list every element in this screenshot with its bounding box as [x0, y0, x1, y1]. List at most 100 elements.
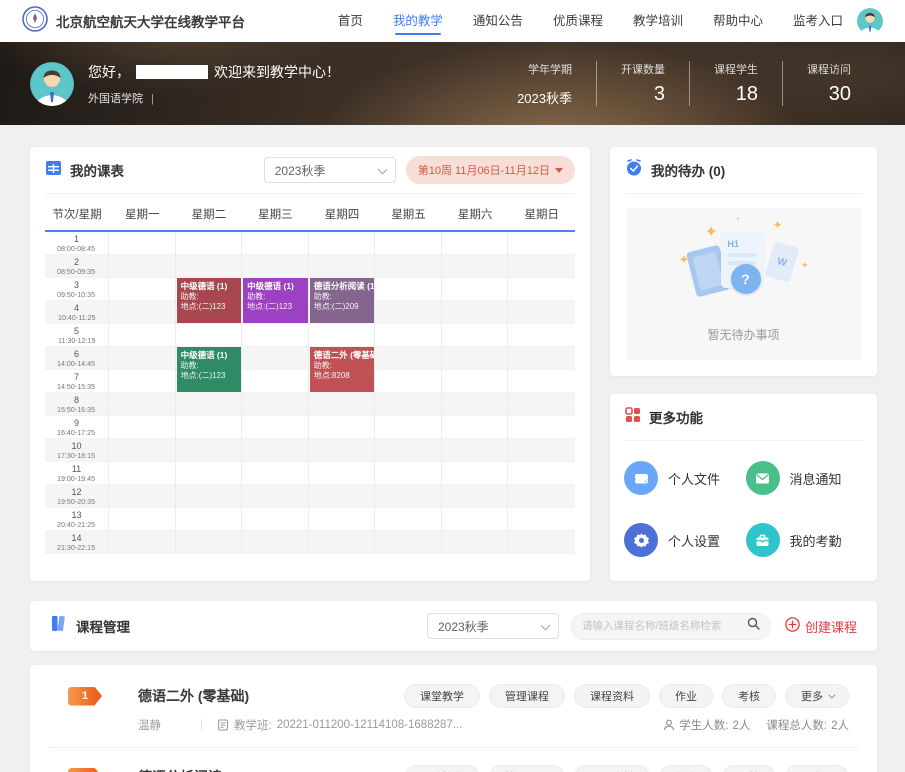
timetable-day-cell [309, 416, 376, 439]
total-count: 课程总人数: 2人 [766, 717, 849, 733]
more-function-消息通知[interactable]: 消息通知 [746, 461, 868, 495]
term-select[interactable]: 2023秋季 [264, 157, 396, 183]
class-block[interactable]: 中级德语 (1) 助教: 地点:(二)123 [177, 278, 242, 323]
nav-item-优质课程[interactable]: 优质课程 [553, 0, 603, 42]
timetable-day-cell [508, 416, 575, 439]
nav-item-帮助中心[interactable]: 帮助中心 [713, 0, 763, 42]
action-button-作业[interactable]: 作业 [659, 765, 713, 772]
banner-stat: 课程学生 18 [689, 61, 782, 106]
timetable-day-cell [442, 232, 509, 255]
timetable-day-cell [176, 485, 243, 508]
stat-value: 2023秋季 [517, 83, 572, 107]
nav-item-通知公告[interactable]: 通知公告 [473, 0, 523, 42]
course-management-header: 课程管理 2023秋季 创建课程 [30, 601, 877, 651]
search-icon[interactable] [747, 617, 760, 635]
action-button-管理课程[interactable]: 管理课程 [489, 684, 565, 708]
todo-clock-icon [625, 159, 643, 182]
course-search-input[interactable] [582, 620, 747, 632]
nav-links: 首页我的教学通知公告优质课程教学培训帮助中心监考入口 [338, 0, 843, 42]
timetable-day-cell [242, 508, 309, 531]
divider: | [200, 719, 203, 731]
more-function-label: 我的考勤 [790, 531, 842, 550]
timetable-day-cell [309, 462, 376, 485]
class-block[interactable]: 中级德语 (1) 助教: 地点:(二)123 [177, 347, 242, 392]
timetable-row: 208:50-09:35 [45, 255, 575, 278]
person-icon [663, 719, 675, 731]
class-location: 地点:(二)123 [181, 371, 238, 381]
class-location: 地点:(二)123 [181, 302, 238, 312]
timetable-day-cell [375, 370, 442, 393]
divider: | [151, 93, 154, 105]
period-cell: 714:50-15:35 [45, 370, 109, 393]
timetable-day-cell [242, 531, 309, 554]
timetable-card: 我的课表 2023秋季 第10周 11月06日-11月12日 节次/星期星期一星… [30, 147, 590, 581]
action-button-课程资料[interactable]: 课程资料 [574, 684, 650, 708]
more-function-label: 消息通知 [790, 469, 842, 488]
timetable-row: 108:00-08:45 [45, 232, 575, 255]
timetable-body: 108:00-08:45208:50-09:35309:50-10:35410:… [45, 232, 575, 554]
week-selector[interactable]: 第10周 11月06日-11月12日 [406, 156, 575, 184]
course-actions: 课堂教学 管理课程 课程资料 作业 考核 更多 [404, 765, 849, 772]
timetable-day-cell [508, 324, 575, 347]
action-button-课程资料[interactable]: 课程资料 [574, 765, 650, 772]
timetable-day-cell [375, 462, 442, 485]
class-block[interactable]: 德语分析阅读 (1) 助教: 地点:(二)209 [310, 278, 375, 323]
timetable-column-headers: 节次/星期星期一星期二星期三星期四星期五星期六星期日 [45, 200, 575, 232]
timetable-day-cell [176, 462, 243, 485]
course-management-section: 课程管理 2023秋季 创建课程 1 德 [30, 601, 877, 772]
timetable-day-cell [242, 462, 309, 485]
timetable-day-cell [242, 393, 309, 416]
create-course-button[interactable]: 创建课程 [785, 617, 857, 636]
action-button-管理课程[interactable]: 管理课程 [489, 765, 565, 772]
action-button-作业[interactable]: 作业 [659, 684, 713, 708]
action-button-课堂教学[interactable]: 课堂教学 [404, 684, 480, 708]
nav-item-我的教学[interactable]: 我的教学 [393, 0, 443, 42]
stat-label: 学年学期 [517, 61, 572, 77]
more-function-我的考勤[interactable]: 我的考勤 [746, 523, 868, 557]
sparkle-icon: • [737, 216, 739, 223]
todo-header: 我的待办 (0) [610, 147, 877, 193]
timetable-column-header: 星期二 [176, 200, 243, 230]
user-avatar[interactable] [857, 8, 883, 34]
question-icon: ? [731, 264, 761, 294]
course-term-select[interactable]: 2023秋季 [427, 613, 559, 639]
class-block[interactable]: 德语二外 (零基础) 助教: 地点:8208 [310, 347, 375, 392]
timetable-day-cell [375, 439, 442, 462]
course-teacher: 温静 [138, 717, 200, 733]
stat-value: 18 [714, 83, 758, 106]
empty-text: 暂无待办事项 [707, 326, 779, 343]
action-button-课堂教学[interactable]: 课堂教学 [404, 765, 480, 772]
class-assistant: 助教: [247, 292, 304, 302]
timetable-day-cell [508, 462, 575, 485]
timetable-day-cell [375, 347, 442, 370]
timetable-day-cell [309, 255, 376, 278]
action-button-more[interactable]: 更多 [785, 765, 849, 772]
banner-stat: 学年学期 2023秋季 [493, 61, 596, 107]
timetable-day-cell [242, 255, 309, 278]
nav-item-监考入口[interactable]: 监考入口 [793, 0, 843, 42]
timetable-column-header: 星期四 [309, 200, 376, 230]
class-assistant: 助教: [314, 361, 371, 371]
timetable-day-cell [176, 439, 243, 462]
main-content: 我的课表 2023秋季 第10周 11月06日-11月12日 节次/星期星期一星… [0, 125, 905, 581]
timetable-day-cell [109, 462, 176, 485]
more-function-个人设置[interactable]: 个人设置 [624, 523, 746, 557]
timetable-day-cell [442, 370, 509, 393]
period-cell: 1320:40-21:25 [45, 508, 109, 531]
timetable-day-cell [242, 232, 309, 255]
course-title: 德语二外 (零基础) [138, 686, 249, 706]
timetable-column-header: 星期六 [442, 200, 509, 230]
timetable-column-header: 星期五 [375, 200, 442, 230]
action-button-考核[interactable]: 考核 [722, 765, 776, 772]
nav-item-首页[interactable]: 首页 [338, 0, 363, 42]
timetable-day-cell [508, 485, 575, 508]
todo-count: (0) [709, 164, 726, 179]
timetable-day-cell [375, 301, 442, 324]
more-function-个人文件[interactable]: 个人文件 [624, 461, 746, 495]
class-block[interactable]: 中级德语 (1) 助教: 地点:(二)123 [243, 278, 308, 323]
action-button-考核[interactable]: 考核 [722, 684, 776, 708]
course-actions: 课堂教学管理课程课程资料作业考核更多 [404, 684, 849, 708]
action-button-more[interactable]: 更多 [785, 684, 849, 708]
nav-item-教学培训[interactable]: 教学培训 [633, 0, 683, 42]
class-name: 中级德语 (1) [181, 281, 238, 292]
